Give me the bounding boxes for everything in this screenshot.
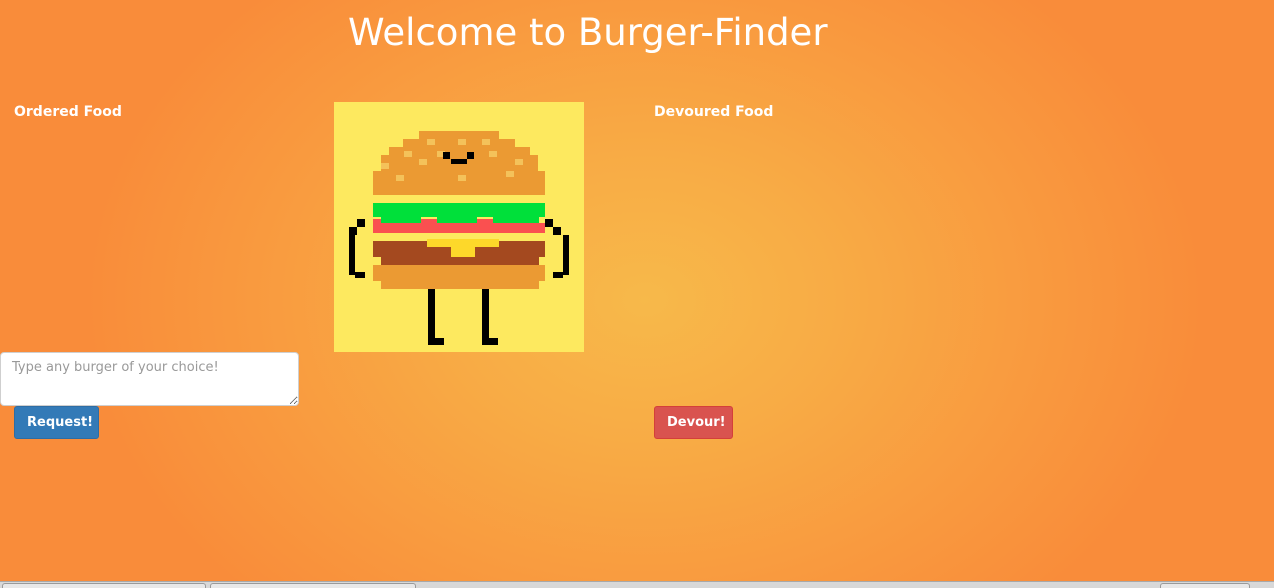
bottom-toolbar-strip [0,581,1274,588]
burger-mascot-image [334,102,584,352]
ordered-food-label: Ordered Food [14,104,122,120]
page-title: Welcome to Burger-Finder [348,11,828,54]
request-button[interactable]: Request! [14,406,99,439]
bottom-strip-tab [1160,583,1250,588]
burger-input[interactable] [0,352,299,406]
bottom-strip-tab [210,583,416,588]
pixel-burger-icon [349,131,569,345]
devoured-food-label: Devoured Food [654,104,774,120]
bottom-strip-tab [2,583,206,588]
devour-button[interactable]: Devour! [654,406,733,439]
